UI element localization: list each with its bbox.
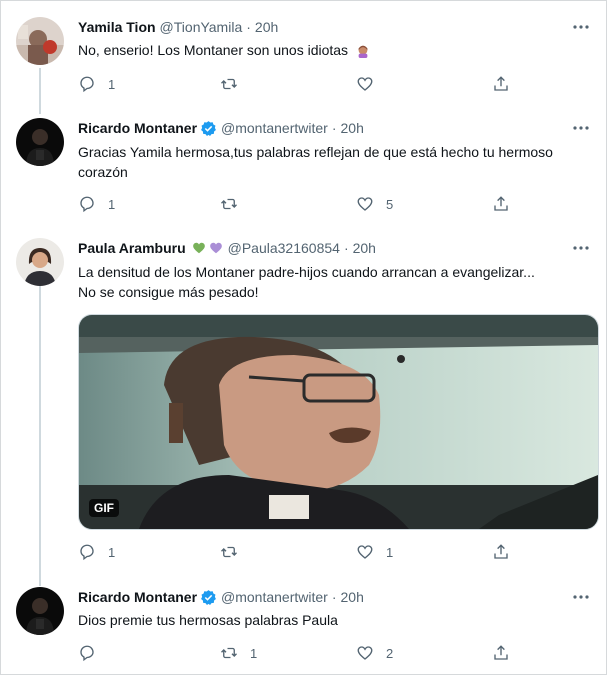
like-button[interactable]: 5 [356,194,393,214]
tweet-header: Yamila Tion @TionYamila · 20h [78,17,278,37]
more-icon[interactable] [571,118,591,138]
reply-count: 1 [108,196,116,212]
reply-icon [80,196,94,213]
reply-count: 1 [108,544,116,560]
author-name[interactable]: Ricardo Montaner [78,120,197,136]
share-icon [494,76,508,91]
author-handle[interactable]: @montanertwiter [221,589,328,605]
tweet-header: Ricardo Montaner @montanertwiter · 20h [78,118,364,138]
like-count: 5 [386,196,394,212]
timestamp[interactable]: 20h [341,589,364,605]
timestamp[interactable]: 20h [255,19,278,35]
author-handle[interactable]: @TionYamila [160,19,243,35]
like-button[interactable] [356,74,386,94]
tweet-text: No, enserio! Los Montaner son unos idiot… [78,40,588,60]
retweet-icon [221,546,237,558]
share-button[interactable] [492,194,510,214]
tweet[interactable]: Ricardo Montaner @montanertwiter · 20h D… [0,578,607,675]
tweet-header: Paula Aramburu @Paula32160854 · 20h [78,238,376,258]
verified-badge-icon [201,120,216,136]
retweet-count: 1 [250,645,258,661]
separator-dot: · [246,19,251,35]
tweet-actions: 1 5 [78,194,518,214]
share-button[interactable] [492,643,510,663]
author-name[interactable]: Paula Aramburu [78,240,186,256]
avatar[interactable] [16,238,64,286]
heart-icon [357,545,373,559]
author-handle[interactable]: @montanertwiter [221,120,328,136]
like-count: 2 [386,645,394,661]
timestamp[interactable]: 20h [341,120,364,136]
share-button[interactable] [492,74,510,94]
gif-preview-image [79,315,598,529]
retweet-button[interactable] [220,542,250,562]
author-handle[interactable]: @Paula32160854 [228,240,340,256]
avatar[interactable] [16,118,64,166]
retweet-button[interactable] [220,74,250,94]
retweet-icon [221,647,237,659]
avatar[interactable] [16,587,64,635]
tweet-text: La densitud de los Montaner padre-hijos … [78,262,588,302]
reply-button[interactable]: 1 [78,194,115,214]
separator-dot: · [331,589,337,605]
timestamp[interactable]: 20h [353,240,376,256]
share-icon [494,645,508,660]
reply-icon [80,544,94,561]
reply-icon [80,76,94,93]
separator-dot: · [343,240,349,256]
gif-badge: GIF [89,499,119,517]
author-name[interactable]: Ricardo Montaner [78,589,197,605]
tweet-actions: 1 2 [78,643,518,663]
verified-badge-icon [201,589,216,605]
reply-button[interactable]: 1 [78,542,115,562]
retweet-icon [221,198,237,210]
reply-icon [80,645,94,662]
heart-icon [357,646,373,660]
like-button[interactable]: 1 [356,542,393,562]
retweet-button[interactable]: 1 [220,643,257,663]
retweet-icon [221,78,237,90]
purple-heart-emoji-icon [209,242,222,254]
like-button[interactable]: 2 [356,643,393,663]
author-name[interactable]: Yamila Tion [78,19,156,35]
heart-icon [357,197,373,211]
more-icon[interactable] [571,587,591,607]
tweet-actions: 1 [78,74,518,94]
like-count: 1 [386,544,394,560]
heart-icon [357,77,373,91]
retweet-button[interactable] [220,194,250,214]
tweet-text-content: No, enserio! Los Montaner son unos idiot… [78,42,349,58]
more-icon[interactable] [571,238,591,258]
more-icon[interactable] [571,17,591,37]
green-heart-emoji-icon [192,242,205,254]
share-button[interactable] [492,542,510,562]
tweet-actions: 1 1 [78,542,518,562]
gif-media[interactable]: GIF [78,314,599,530]
share-icon [494,196,508,211]
reply-button[interactable] [78,643,108,663]
avatar[interactable] [16,17,64,65]
tweet-text: Gracias Yamila hermosa,tus palabras refl… [78,144,553,180]
share-icon [494,544,508,559]
tweet[interactable]: Ricardo Montaner @montanertwiter · 20h G… [0,108,607,228]
tweet-text-line: La densitud de los Montaner padre-hijos … [78,264,535,280]
tweet-text-line: No se consigue más pesado! [78,284,259,300]
facepalm-emoji-icon [358,46,368,59]
tweet-header: Ricardo Montaner @montanertwiter · 20h [78,587,364,607]
tweet-text: Dios premie tus hermosas palabras Paula [78,612,338,628]
reply-count: 1 [108,76,116,92]
tweet[interactable]: Yamila Tion @TionYamila · 20h No, enseri… [0,0,607,108]
reply-button[interactable]: 1 [78,74,115,94]
separator-dot: · [331,120,337,136]
